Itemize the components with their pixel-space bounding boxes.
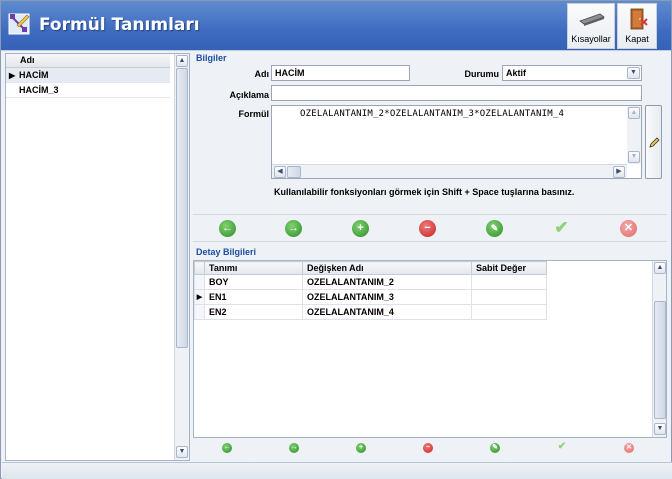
- list-header: Adı: [6, 54, 170, 68]
- window-title: Formül Tanımları: [39, 15, 200, 35]
- delete-icon[interactable]: −: [419, 220, 436, 237]
- scroll-down-icon[interactable]: ▼: [176, 446, 188, 458]
- shortcuts-label: Kısayollar: [571, 34, 611, 44]
- keyboard-icon: [579, 13, 605, 26]
- formula-hscroll-thumb[interactable]: [287, 166, 301, 178]
- close-button[interactable]: Kapat: [617, 3, 657, 49]
- close-label: Kapat: [625, 34, 649, 44]
- scroll-up-icon[interactable]: ▲: [628, 107, 640, 119]
- formula-text: OZELALANTANIM_2*OZELALANTANIM_3*OZELALAN…: [300, 109, 565, 119]
- table-cell[interactable]: EN1: [204, 289, 303, 305]
- table-cell[interactable]: [471, 274, 547, 290]
- forward-icon[interactable]: →: [285, 220, 302, 237]
- row-indicator-icon: ▶: [9, 71, 16, 80]
- status-select[interactable]: Aktif ▼: [502, 65, 642, 81]
- formula-definitions-window: Formül Tanımları Kısayollar Kapat Adı ▶ …: [0, 0, 672, 479]
- status-value: Aktif: [506, 68, 526, 78]
- list-item[interactable]: HACİM_3: [6, 83, 170, 98]
- exit-door-icon: [630, 8, 648, 30]
- cancel-icon[interactable]: ✕: [624, 443, 634, 453]
- delete-icon[interactable]: −: [423, 443, 433, 453]
- scroll-up-icon[interactable]: ▲: [176, 55, 188, 67]
- title-bar: Formül Tanımları Kısayollar Kapat: [1, 1, 671, 51]
- add-icon[interactable]: +: [352, 220, 369, 237]
- grid-scroll-thumb[interactable]: [654, 301, 666, 419]
- action-toolbar: ← → + − ✎ ✔ ✕: [193, 214, 667, 242]
- column-header[interactable]: Tanımı: [204, 261, 303, 275]
- formula-editor[interactable]: OZELALANTANIM_2*OZELALANTANIM_3*OZELALAN…: [271, 105, 642, 179]
- column-header[interactable]: Sabit Değer: [471, 261, 547, 275]
- confirm-icon[interactable]: ✔: [553, 219, 570, 237]
- table-cell[interactable]: EN2: [204, 304, 303, 320]
- chevron-down-icon[interactable]: ▼: [627, 67, 640, 79]
- description-field[interactable]: [271, 85, 642, 101]
- detail-table: Tanımı Değişken Adı Sabit Değer BOY OZEL…: [194, 261, 547, 320]
- scroll-down-icon[interactable]: ▼: [628, 151, 640, 163]
- formula-label: Formül: [238, 109, 270, 119]
- row-indicator: [194, 274, 205, 290]
- column-header[interactable]: Değişken Adı: [302, 261, 472, 275]
- help-hint: Kullanılabilir fonksiyonları görmek için…: [274, 187, 575, 197]
- add-icon[interactable]: +: [356, 443, 366, 453]
- app-logo-icon: [8, 13, 30, 35]
- row-indicator: [194, 304, 205, 320]
- formula-vscroll[interactable]: ▲ ▼: [627, 106, 641, 164]
- edit-icon[interactable]: ✎: [490, 443, 500, 453]
- formula-hscroll[interactable]: ◀ ▶: [272, 164, 627, 178]
- table-cell[interactable]: OZELALANTANIM_4: [302, 304, 472, 320]
- table-row[interactable]: BOY OZELALANTANIM_2: [194, 274, 547, 290]
- list-item-label: HACİM_3: [19, 85, 59, 95]
- table-cell[interactable]: BOY: [204, 274, 303, 290]
- table-row[interactable]: ▶ EN1 OZELALANTANIM_3: [194, 289, 547, 305]
- cancel-icon[interactable]: ✕: [620, 220, 637, 237]
- table-row[interactable]: EN2 OZELALANTANIM_4: [194, 304, 547, 320]
- table-cell[interactable]: [471, 289, 547, 305]
- description-label: Açıklama: [229, 90, 269, 100]
- back-icon[interactable]: ←: [222, 443, 232, 453]
- shortcuts-button[interactable]: Kısayollar: [567, 3, 615, 49]
- scroll-right-icon[interactable]: ▶: [613, 166, 625, 178]
- edit-icon[interactable]: ✎: [486, 220, 503, 237]
- list-item[interactable]: ▶ HACİM: [6, 68, 170, 83]
- list-item-label: HACİM: [19, 70, 49, 80]
- scroll-up-icon[interactable]: ▲: [654, 262, 666, 274]
- formula-list: Adı ▶ HACİM HACİM_3 ▲ ▼: [5, 53, 190, 461]
- name-field[interactable]: HACİM: [271, 65, 410, 81]
- back-icon[interactable]: ←: [219, 220, 236, 237]
- indicator-header: [194, 261, 205, 275]
- list-scroll-thumb[interactable]: [176, 68, 188, 348]
- details-section-title: Bilgiler: [196, 53, 227, 63]
- scroll-down-icon[interactable]: ▼: [654, 423, 666, 435]
- grid-scrollbar[interactable]: ▲ ▼: [652, 261, 666, 437]
- scroll-left-icon[interactable]: ◀: [274, 166, 286, 178]
- table-cell[interactable]: OZELALANTANIM_2: [302, 274, 472, 290]
- name-label: Adı: [254, 69, 270, 79]
- table-header-row: Tanımı Değişken Adı Sabit Değer: [194, 261, 547, 275]
- status-label: Durumu: [464, 69, 500, 79]
- list-scrollbar[interactable]: ▲ ▼: [174, 54, 189, 460]
- detail-section-title: Detay Bilgileri: [196, 247, 257, 257]
- detail-grid: Tanımı Değişken Adı Sabit Değer BOY OZEL…: [193, 260, 667, 438]
- table-cell[interactable]: [471, 304, 547, 320]
- row-indicator-icon: ▶: [194, 289, 205, 305]
- grid-action-toolbar: ← → + − ✎ ✔ ✕: [193, 438, 667, 458]
- confirm-icon[interactable]: ✔: [557, 442, 567, 452]
- formula-edit-button[interactable]: [645, 105, 662, 179]
- status-bar: [2, 462, 672, 479]
- pencil-icon: [649, 137, 660, 148]
- table-cell[interactable]: OZELALANTANIM_3: [302, 289, 472, 305]
- forward-icon[interactable]: →: [289, 443, 299, 453]
